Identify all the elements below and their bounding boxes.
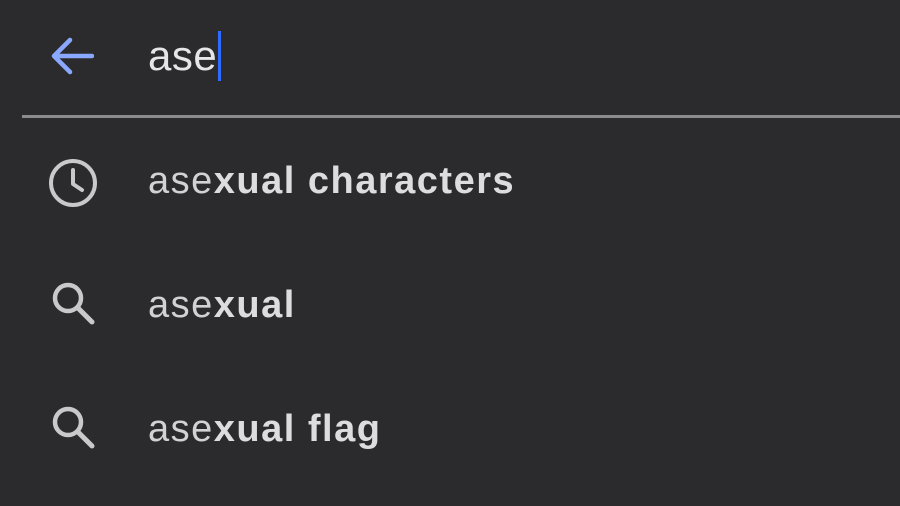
back-button[interactable] bbox=[40, 28, 102, 84]
suggestion-item[interactable]: asexual flag bbox=[0, 366, 900, 490]
suggestion-label: asexual characters bbox=[148, 160, 516, 202]
search-input[interactable]: ase bbox=[148, 28, 848, 84]
arrow-left-icon bbox=[48, 36, 94, 76]
search-bar: ase bbox=[0, 0, 900, 116]
suggestion-label: asexual bbox=[148, 284, 296, 326]
search-screen: ase asexual characters asexual asexual f… bbox=[0, 0, 900, 506]
history-clock-icon bbox=[44, 154, 102, 212]
suggestion-item[interactable]: asexual bbox=[0, 242, 900, 366]
search-icon bbox=[44, 398, 102, 456]
search-icon bbox=[44, 274, 102, 332]
suggestion-item[interactable]: asexual characters bbox=[0, 118, 900, 242]
suggestion-label: asexual flag bbox=[148, 408, 382, 450]
search-query-text: ase bbox=[148, 32, 218, 79]
text-caret bbox=[218, 31, 222, 81]
